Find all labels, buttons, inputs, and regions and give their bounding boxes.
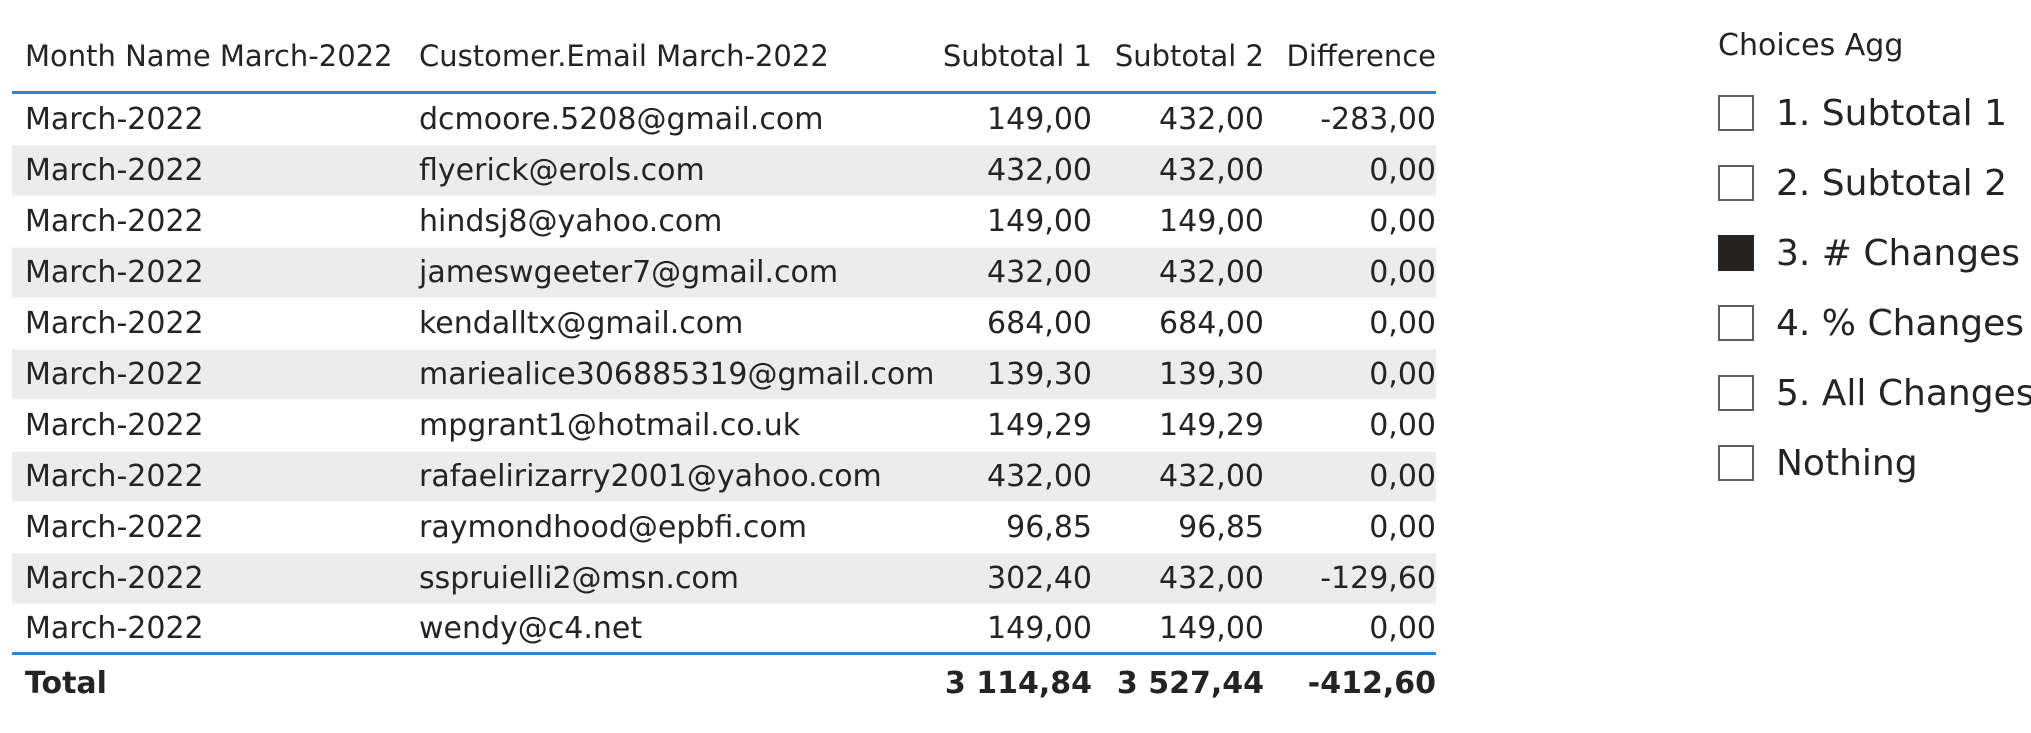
cell-subtotal-2: 149,00 (1159, 610, 1264, 646)
cell-difference: 0,00 (1369, 610, 1436, 646)
choices-agg-slicer: Choices Agg 1. Subtotal 1 2. Subtotal 2 … (1718, 26, 2031, 498)
cell-difference: 0,00 (1369, 357, 1436, 392)
table-row[interactable]: March-2022 mariealice306885319@gmail.com… (12, 349, 1436, 400)
table-row[interactable]: March-2022 rafaelirizarry2001@yahoo.com … (12, 451, 1436, 502)
cell-subtotal-1: 684,00 (987, 306, 1092, 341)
cell-difference: 0,00 (1369, 459, 1436, 494)
slicer-option-label: 5. All Changes (1776, 372, 2031, 414)
cell-month: March-2022 (25, 510, 204, 545)
cell-email: rafaelirizarry2001@yahoo.com (419, 459, 882, 494)
slicer-option-nothing[interactable]: Nothing (1718, 428, 2018, 498)
cell-difference: 0,00 (1369, 255, 1436, 290)
cell-email: kendalltx@gmail.com (419, 306, 744, 341)
cell-difference: 0,00 (1369, 408, 1436, 443)
cell-subtotal-1: 149,00 (987, 204, 1092, 239)
slicer-option-label: 2. Subtotal 2 (1776, 162, 2007, 204)
cell-month: March-2022 (25, 610, 204, 646)
slicer-option-all-changes[interactable]: 5. All Changes (1718, 358, 2031, 428)
cell-subtotal-2: 139,30 (1159, 357, 1264, 392)
table-header-row: Month Name March-2022 Customer.Email Mar… (12, 20, 1436, 94)
cell-subtotal-1: 432,00 (987, 153, 1092, 188)
cell-email: mpgrant1@hotmail.co.uk (419, 408, 801, 443)
cell-email: hindsj8@yahoo.com (419, 204, 723, 239)
cell-email: jameswgeeter7@gmail.com (419, 255, 839, 290)
cell-subtotal-1: 139,30 (987, 357, 1092, 392)
cell-subtotal-2: 432,00 (1159, 153, 1264, 188)
column-header-email[interactable]: Customer.Email March-2022 (409, 39, 916, 73)
checkbox-icon[interactable] (1718, 375, 1754, 411)
table-row[interactable]: March-2022 flyerick@erols.com 432,00 432… (12, 145, 1436, 196)
slicer-option-label: 4. % Changes (1776, 302, 2025, 344)
total-subtotal-2: 3 527,44 (1116, 665, 1264, 701)
cell-subtotal-2: 432,00 (1159, 459, 1264, 494)
cell-subtotal-1: 432,00 (987, 255, 1092, 290)
cell-subtotal-2: 149,29 (1159, 408, 1264, 443)
cell-subtotal-1: 96,85 (1006, 510, 1092, 545)
cell-month: March-2022 (25, 561, 204, 596)
cell-month: March-2022 (25, 153, 204, 188)
cell-email: wendy@c4.net (419, 610, 643, 646)
cell-subtotal-1: 302,40 (987, 561, 1092, 596)
column-header-month[interactable]: Month Name March-2022 (12, 39, 409, 73)
total-subtotal-1: 3 114,84 (944, 665, 1092, 701)
cell-subtotal-2: 432,00 (1159, 561, 1264, 596)
table-row[interactable]: March-2022 wendy@c4.net 149,00 149,00 0,… (12, 604, 1436, 655)
table-row[interactable]: March-2022 dcmoore.5208@gmail.com 149,00… (12, 94, 1436, 145)
cell-difference: 0,00 (1369, 510, 1436, 545)
cell-subtotal-1: 149,00 (987, 610, 1092, 646)
cell-month: March-2022 (25, 459, 204, 494)
slicer-option-label: 1. Subtotal 1 (1776, 92, 2007, 134)
cell-email: flyerick@erols.com (419, 153, 705, 188)
cell-difference: -283,00 (1320, 102, 1436, 137)
table-row[interactable]: March-2022 hindsj8@yahoo.com 149,00 149,… (12, 196, 1436, 247)
table-row[interactable]: March-2022 kendalltx@gmail.com 684,00 68… (12, 298, 1436, 349)
column-header-difference[interactable]: Difference (1264, 39, 1436, 73)
cell-email: raymondhood@epbfi.com (419, 510, 807, 545)
slicer-option-label: 3. # Changes (1776, 232, 2020, 274)
cell-subtotal-1: 149,29 (987, 408, 1092, 443)
cell-subtotal-2: 684,00 (1159, 306, 1264, 341)
cell-subtotal-2: 96,85 (1178, 510, 1264, 545)
cell-email: mariealice306885319@gmail.com (419, 357, 935, 392)
data-table: Month Name March-2022 Customer.Email Mar… (12, 20, 1436, 711)
cell-subtotal-1: 432,00 (987, 459, 1092, 494)
cell-difference: 0,00 (1369, 204, 1436, 239)
slicer-title: Choices Agg (1718, 28, 1904, 63)
checkbox-icon[interactable] (1718, 305, 1754, 341)
cell-subtotal-1: 149,00 (987, 102, 1092, 137)
cell-month: March-2022 (25, 357, 204, 392)
slicer-option-subtotal-2[interactable]: 2. Subtotal 2 (1718, 148, 2018, 218)
total-difference: -412,60 (1307, 665, 1436, 701)
total-label: Total (25, 665, 107, 701)
cell-month: March-2022 (25, 102, 204, 137)
cell-month: March-2022 (25, 306, 204, 341)
slicer-option-label: Nothing (1776, 442, 1918, 484)
table-row[interactable]: March-2022 sspruielli2@msn.com 302,40 43… (12, 553, 1436, 604)
cell-email: sspruielli2@msn.com (419, 561, 740, 596)
table-row[interactable]: March-2022 raymondhood@epbfi.com 96,85 9… (12, 502, 1436, 553)
cell-month: March-2022 (25, 255, 204, 290)
cell-subtotal-2: 149,00 (1159, 204, 1264, 239)
cell-difference: 0,00 (1369, 153, 1436, 188)
column-header-subtotal-2[interactable]: Subtotal 2 (1092, 39, 1264, 73)
checkbox-checked-icon[interactable] (1718, 235, 1754, 271)
cell-email: dcmoore.5208@gmail.com (419, 102, 824, 137)
cell-difference: 0,00 (1369, 306, 1436, 341)
cell-month: March-2022 (25, 408, 204, 443)
slicer-option-number-changes[interactable]: 3. # Changes (1718, 218, 2020, 288)
table-body: March-2022 dcmoore.5208@gmail.com 149,00… (12, 94, 1436, 655)
slicer-option-percent-changes[interactable]: 4. % Changes (1718, 288, 2024, 358)
slicer-option-subtotal-1[interactable]: 1. Subtotal 1 (1718, 78, 2018, 148)
cell-subtotal-2: 432,00 (1159, 255, 1264, 290)
cell-difference: -129,60 (1320, 561, 1436, 596)
table-row[interactable]: March-2022 mpgrant1@hotmail.co.uk 149,29… (12, 400, 1436, 451)
checkbox-icon[interactable] (1718, 165, 1754, 201)
column-header-subtotal-1[interactable]: Subtotal 1 (916, 39, 1092, 73)
checkbox-icon[interactable] (1718, 95, 1754, 131)
checkbox-icon[interactable] (1718, 445, 1754, 481)
cell-month: March-2022 (25, 204, 204, 239)
table-total-row: Total 3 114,84 3 527,44 -412,60 (12, 655, 1436, 711)
cell-subtotal-2: 432,00 (1159, 102, 1264, 137)
table-row[interactable]: March-2022 jameswgeeter7@gmail.com 432,0… (12, 247, 1436, 298)
